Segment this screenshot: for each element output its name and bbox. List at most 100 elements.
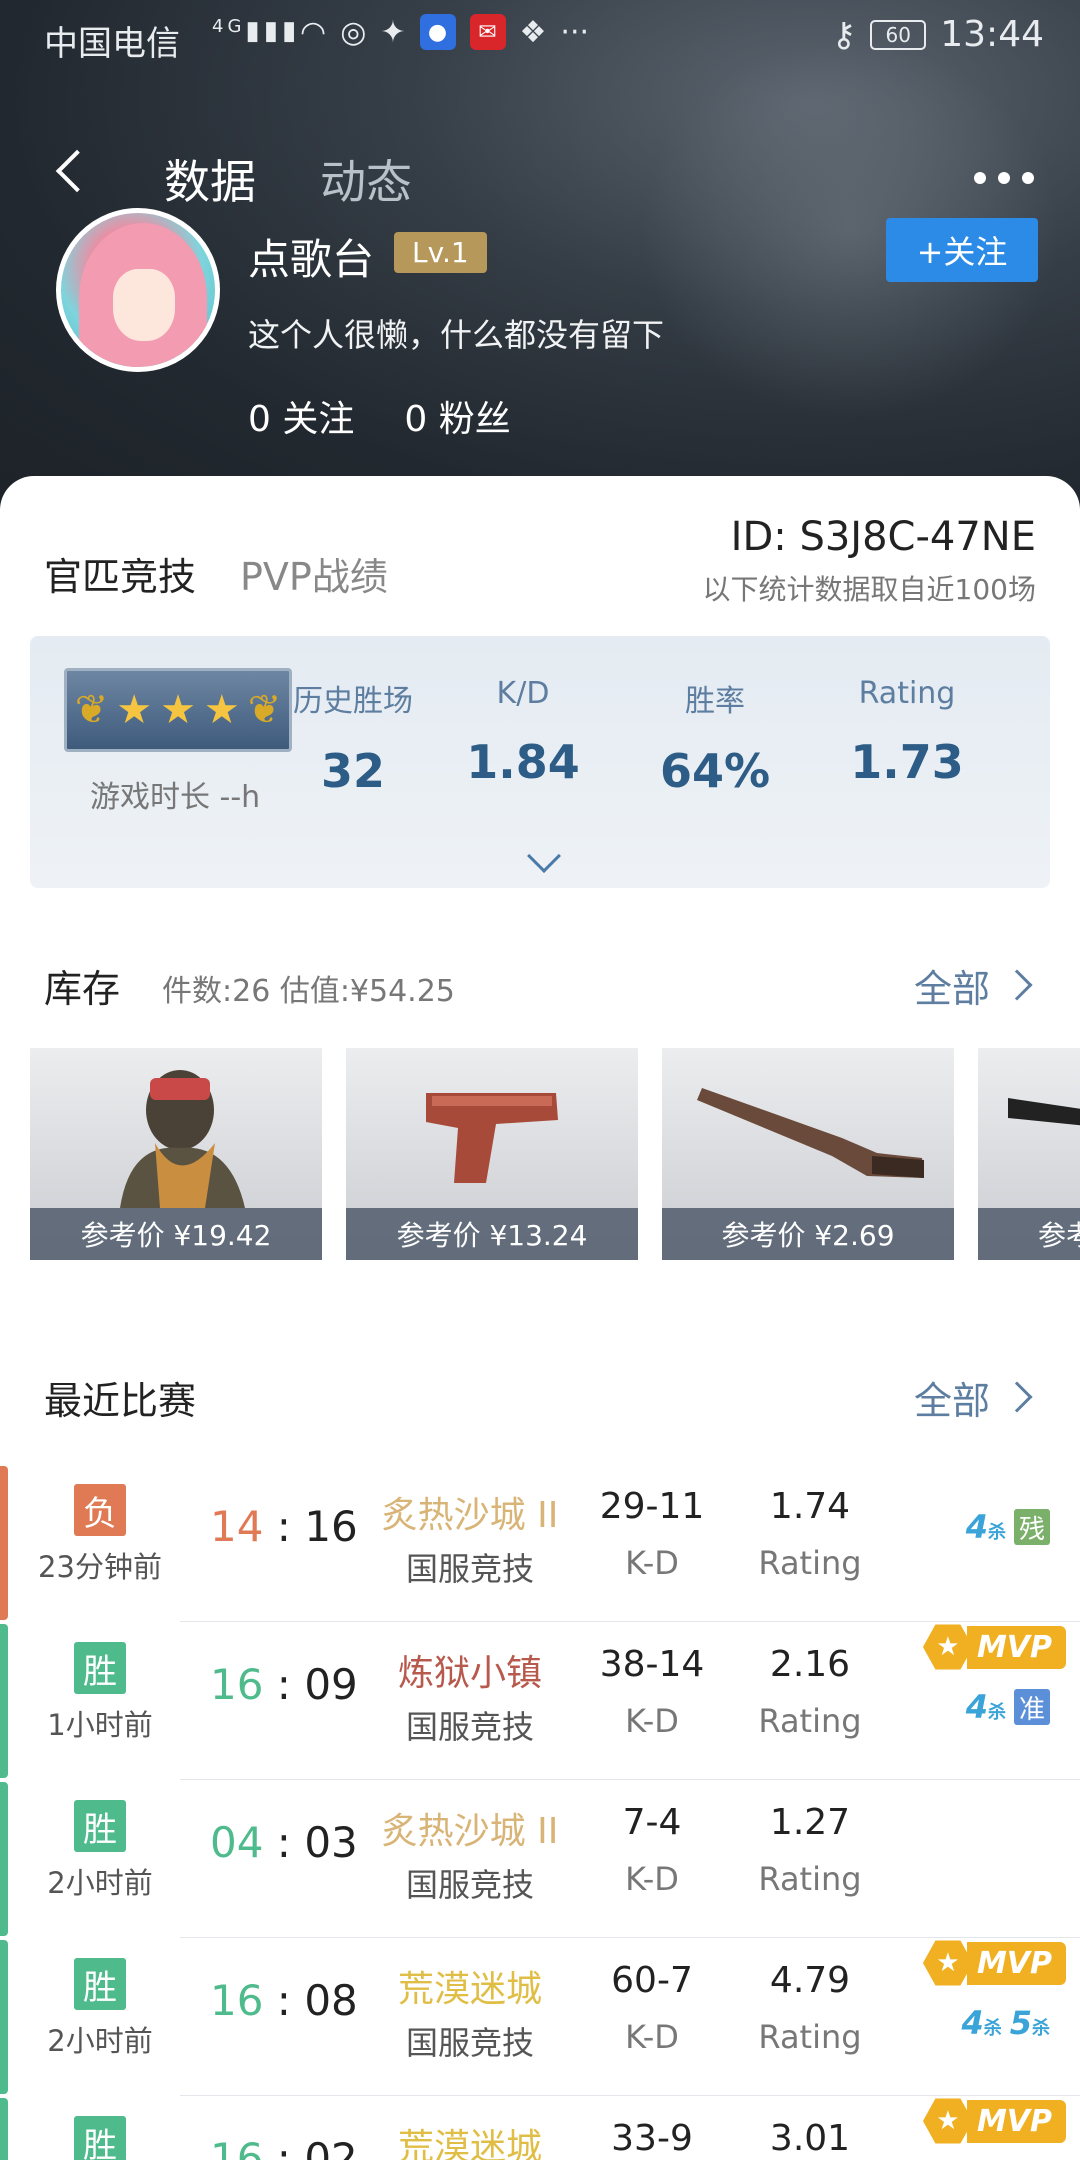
achievement-badges: 4杀准	[966, 1688, 1050, 1726]
stat-value: 64%	[659, 744, 771, 798]
match-row[interactable]: 胜 2小时前 04 : 03 炙热沙城 II 国服竞技 7-4 K-D 1.27 Rating	[0, 1780, 1080, 1938]
follow-button[interactable]: +关注	[886, 218, 1038, 282]
score-team: 16	[210, 2134, 264, 2160]
match-row[interactable]: 负 23分钟前 14 : 16 炙热沙城 II 国服竞技 29-11 K-D 1.74 Rati…	[0, 1464, 1080, 1622]
agent-character-icon	[120, 1070, 245, 1208]
multi-kill-count: 5	[1009, 2004, 1032, 2042]
stats-note: 以下统计数据取自近100场	[702, 573, 1036, 606]
rank-badge-icon: ❦ ★ ★ ★ ❦	[64, 668, 292, 752]
match-map: 荒漠迷城	[397, 2127, 542, 2160]
rating-label: Rating	[758, 1860, 862, 1898]
stat-value: 1.84	[466, 735, 580, 789]
rating-label: Rating	[758, 2018, 862, 2056]
mvp-badge-icon: ★ MVP	[922, 1938, 1066, 1988]
match-kd: 29-11	[599, 1486, 705, 1527]
expand-chevron-icon[interactable]	[527, 839, 561, 873]
match-map: 炙热沙城 II	[381, 1811, 559, 1852]
achievement-badges: 4杀 5杀	[961, 2004, 1050, 2042]
match-rating: 2.16	[769, 1644, 851, 1685]
avatar[interactable]	[56, 208, 220, 372]
recent-matches-all-link[interactable]: 全部	[914, 1370, 990, 1425]
inventory-item[interactable]: 参考价 ¥19.42	[30, 1048, 322, 1260]
match-rating: 1.27	[769, 1802, 851, 1843]
match-score: 16 : 09	[210, 1660, 358, 1709]
match-time-ago: 2小时前	[47, 1866, 153, 1900]
recent-matches-title: 最近比赛	[44, 1379, 197, 1423]
match-map: 炙热沙城 II	[381, 1495, 559, 1536]
player-id: ID: S3J8C-47NE	[730, 514, 1036, 560]
inventory-item[interactable]: 参考	[978, 1048, 1080, 1260]
hotspot-icon: ◎	[340, 14, 367, 50]
rating-label: Rating	[758, 1702, 862, 1740]
match-mode: 国服竞技	[405, 1866, 534, 1904]
inventory-all-link[interactable]: 全部	[914, 958, 990, 1013]
match-row[interactable]: 胜 2小时前 16 : 08 荒漠迷城 国服竞技 60-7 K-D 4.79 Rating ★ MV…	[0, 1938, 1080, 2096]
score-opponent: 08	[304, 1976, 358, 2025]
match-result-badge: 胜	[74, 1958, 126, 2010]
match-kd: 38-14	[599, 1644, 705, 1685]
more-notifications-icon: ···	[560, 14, 590, 50]
tab-data[interactable]: 数据	[164, 146, 256, 212]
match-result-badge: 负	[74, 1484, 126, 1536]
match-mode: 国服竞技	[405, 2024, 534, 2062]
score-team: 04	[210, 1818, 264, 1867]
stats-panel: ❦ ★ ★ ★ ❦ 游戏时长 --h 历史胜场 32 K/D 1.84 胜率 64% R…	[30, 636, 1050, 888]
tab-official-match[interactable]: 官匹竞技	[44, 546, 196, 601]
mode-tabs: 官匹竞技 PVP战绩	[44, 546, 388, 601]
rating-label: Rating	[758, 1544, 862, 1582]
stat-label: 历史胜场	[293, 684, 413, 719]
match-score: 16 : 08	[210, 1976, 358, 2025]
followers-count[interactable]: 0 粉丝	[404, 390, 510, 442]
score-team: 16	[210, 1976, 264, 2025]
multi-kill-icon: 4杀	[965, 1508, 1006, 1546]
stat-label: Rating	[858, 676, 956, 711]
match-score: 16 : 02	[210, 2134, 358, 2160]
result-indicator-bar	[0, 1940, 8, 2094]
shotgun-icon	[697, 1088, 924, 1178]
signal-icon: 4G▮▮▮	[212, 16, 301, 46]
stat-value: 32	[320, 744, 385, 798]
result-indicator-bar	[0, 1782, 8, 1936]
stat-rating: Rating 1.73	[822, 676, 992, 789]
match-score: 14 : 16	[210, 1502, 358, 1551]
score-team: 16	[210, 1660, 264, 1709]
achievement-badges: 4杀残	[966, 1508, 1050, 1546]
score-opponent: 03	[304, 1818, 358, 1867]
battery-level: 60	[885, 22, 911, 47]
result-indicator-bar	[0, 2098, 8, 2160]
multi-kill-count: 4	[965, 1688, 988, 1726]
tab-feed[interactable]: 动态	[320, 146, 412, 212]
key-icon: ⚷	[831, 14, 857, 55]
achievement-tag: 残	[1014, 1509, 1050, 1545]
match-map: 荒漠迷城	[397, 1969, 542, 2010]
more-menu-icon[interactable]	[974, 172, 1034, 184]
inventory-summary: 件数:26 估值:¥54.25	[162, 974, 455, 1009]
pistol-icon	[426, 1093, 558, 1183]
mvp-badge-icon: ★ MVP	[922, 1622, 1066, 1672]
chevron-right-icon[interactable]	[1001, 969, 1033, 1001]
inventory-item[interactable]: 参考价 ¥13.24	[346, 1048, 638, 1260]
match-row[interactable]: 胜16 : 02荒漠迷城33-9K-D3.01Rating★MVP	[0, 2096, 1080, 2160]
match-row[interactable]: 胜 1小时前 16 : 09 炼狱小镇 国服竞技 38-14 K-D 2.16 Rating ★ M…	[0, 1622, 1080, 1780]
match-kd: 33-9	[611, 2118, 693, 2159]
follow-counts: 0 关注 0 粉丝	[248, 390, 511, 442]
tab-pvp-record[interactable]: PVP战绩	[240, 546, 388, 601]
item-price: 参考价 ¥19.42	[30, 1208, 322, 1260]
chevron-right-icon[interactable]	[1001, 1381, 1033, 1413]
mail-app-icon: ✉	[469, 14, 506, 50]
item-price: 参考价 ¥13.24	[346, 1208, 638, 1260]
following-count[interactable]: 0 关注	[248, 390, 354, 442]
match-mode: 国服竞技	[405, 1708, 534, 1746]
stat-wins: 历史胜场 32	[268, 676, 438, 798]
bird-app-icon: ✦	[380, 14, 406, 50]
result-indicator-bar	[0, 1624, 8, 1778]
match-time-ago: 1小时前	[47, 1708, 153, 1742]
kd-label: K-D	[625, 1702, 679, 1740]
kd-label: K-D	[625, 1860, 679, 1898]
battery-icon: 60	[870, 19, 927, 50]
inventory-item[interactable]: 参考价 ¥2.69	[662, 1048, 954, 1260]
kd-label: K-D	[625, 1544, 679, 1582]
level-badge: Lv.1	[394, 232, 487, 273]
stat-value: 1.73	[850, 735, 964, 789]
playtime: 游戏时长 --h	[90, 780, 261, 815]
